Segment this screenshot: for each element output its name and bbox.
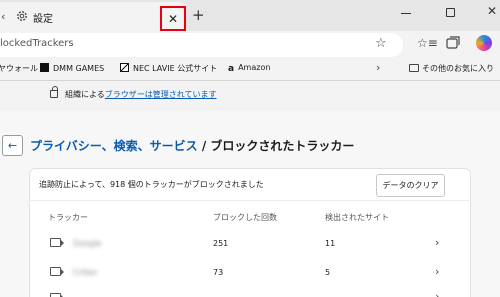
managed-banner-text: 組織によるブラウザーは管理されています — [65, 89, 217, 100]
sites-count: 11 — [325, 239, 336, 248]
bookmark-item[interactable]: NEC LAVIE 公式サイト — [120, 63, 217, 74]
managed-link[interactable]: ブラウザーは管理されています — [105, 90, 217, 99]
nec-logo-icon — [120, 63, 129, 72]
chevron-right-icon[interactable]: › — [435, 290, 439, 297]
bookmark-item[interactable]: a Amazon — [228, 63, 270, 74]
folder-label: その他のお気に入り — [422, 64, 494, 73]
star-icon[interactable]: ☆ — [375, 36, 387, 51]
page-title: プライバシー、検索、サービス / ブロックされたトラッカー — [30, 137, 354, 154]
blocked-count: 73 — [213, 268, 224, 277]
banner-prefix: 組織による — [65, 90, 105, 99]
blocked-summary: 追跡防止によって、918 個のトラッカーがブロックされました — [39, 180, 264, 189]
blocked-count: 251 — [213, 239, 229, 248]
lock-icon — [50, 86, 58, 98]
dmm-logo-icon — [40, 63, 49, 72]
column-header-blocked: ブロックした回数 — [213, 213, 277, 222]
chevron-right-icon[interactable]: › — [435, 265, 439, 278]
maximize-button[interactable] — [446, 8, 455, 17]
bookmark-item[interactable]: ヤウォール — [0, 63, 38, 74]
tab-title: 設定 — [33, 14, 53, 25]
tracker-icon — [50, 293, 64, 297]
chevron-left-icon[interactable]: ‹ — [1, 10, 5, 23]
back-button[interactable]: ← — [2, 135, 23, 156]
tracker-icon — [50, 267, 64, 276]
copilot-icon[interactable] — [476, 35, 492, 51]
bookmark-label: DMM GAMES — [53, 64, 105, 73]
bookmark-label: Amazon — [238, 63, 271, 72]
address-text: lockedTrackers — [0, 38, 74, 49]
address-bar[interactable]: lockedTrackers ☆ — [0, 33, 403, 57]
window-close-button[interactable]: ✕ — [487, 4, 497, 18]
tracker-name: Criteo — [73, 268, 98, 277]
chevron-right-icon[interactable]: › — [435, 236, 439, 249]
tab-strip: ‹ 設定 ✕ + ✕ — [0, 0, 500, 31]
column-header-tracker: トラッカー — [48, 213, 88, 222]
breadcrumb-link[interactable]: プライバシー、検索、サービス — [30, 139, 198, 153]
arrow-left-icon: ← — [7, 139, 18, 152]
bookmark-label: ヤウォール — [0, 64, 38, 73]
clear-data-button[interactable]: データのクリア — [376, 174, 445, 197]
card-divider — [29, 200, 471, 201]
tracker-name: Google — [73, 239, 102, 248]
tab-close-button[interactable]: ✕ — [160, 6, 186, 31]
other-favorites-folder[interactable]: その他のお気に入り — [409, 63, 494, 74]
breadcrumb-current: ブロックされたトラッカー — [210, 139, 355, 153]
bookmark-item[interactable]: DMM GAMES — [40, 63, 104, 73]
tab-settings[interactable]: ‹ 設定 ✕ — [0, 2, 186, 31]
favorites-icon[interactable]: ☆≡ — [417, 36, 438, 50]
gear-icon — [17, 11, 27, 21]
folder-icon — [409, 64, 419, 72]
breadcrumb-separator: / — [197, 139, 211, 153]
bookmark-label: NEC LAVIE 公式サイト — [133, 64, 218, 73]
amazon-logo-icon: a — [228, 64, 235, 74]
collections-icon[interactable] — [446, 36, 461, 49]
minimize-button[interactable] — [401, 13, 411, 14]
column-header-sites: 検出されたサイト — [325, 213, 389, 222]
tracker-icon — [50, 238, 64, 247]
close-icon: ✕ — [167, 11, 179, 26]
new-tab-button[interactable]: + — [192, 6, 205, 24]
sites-count: 5 — [325, 268, 331, 277]
chevron-right-icon[interactable]: › — [376, 61, 380, 74]
